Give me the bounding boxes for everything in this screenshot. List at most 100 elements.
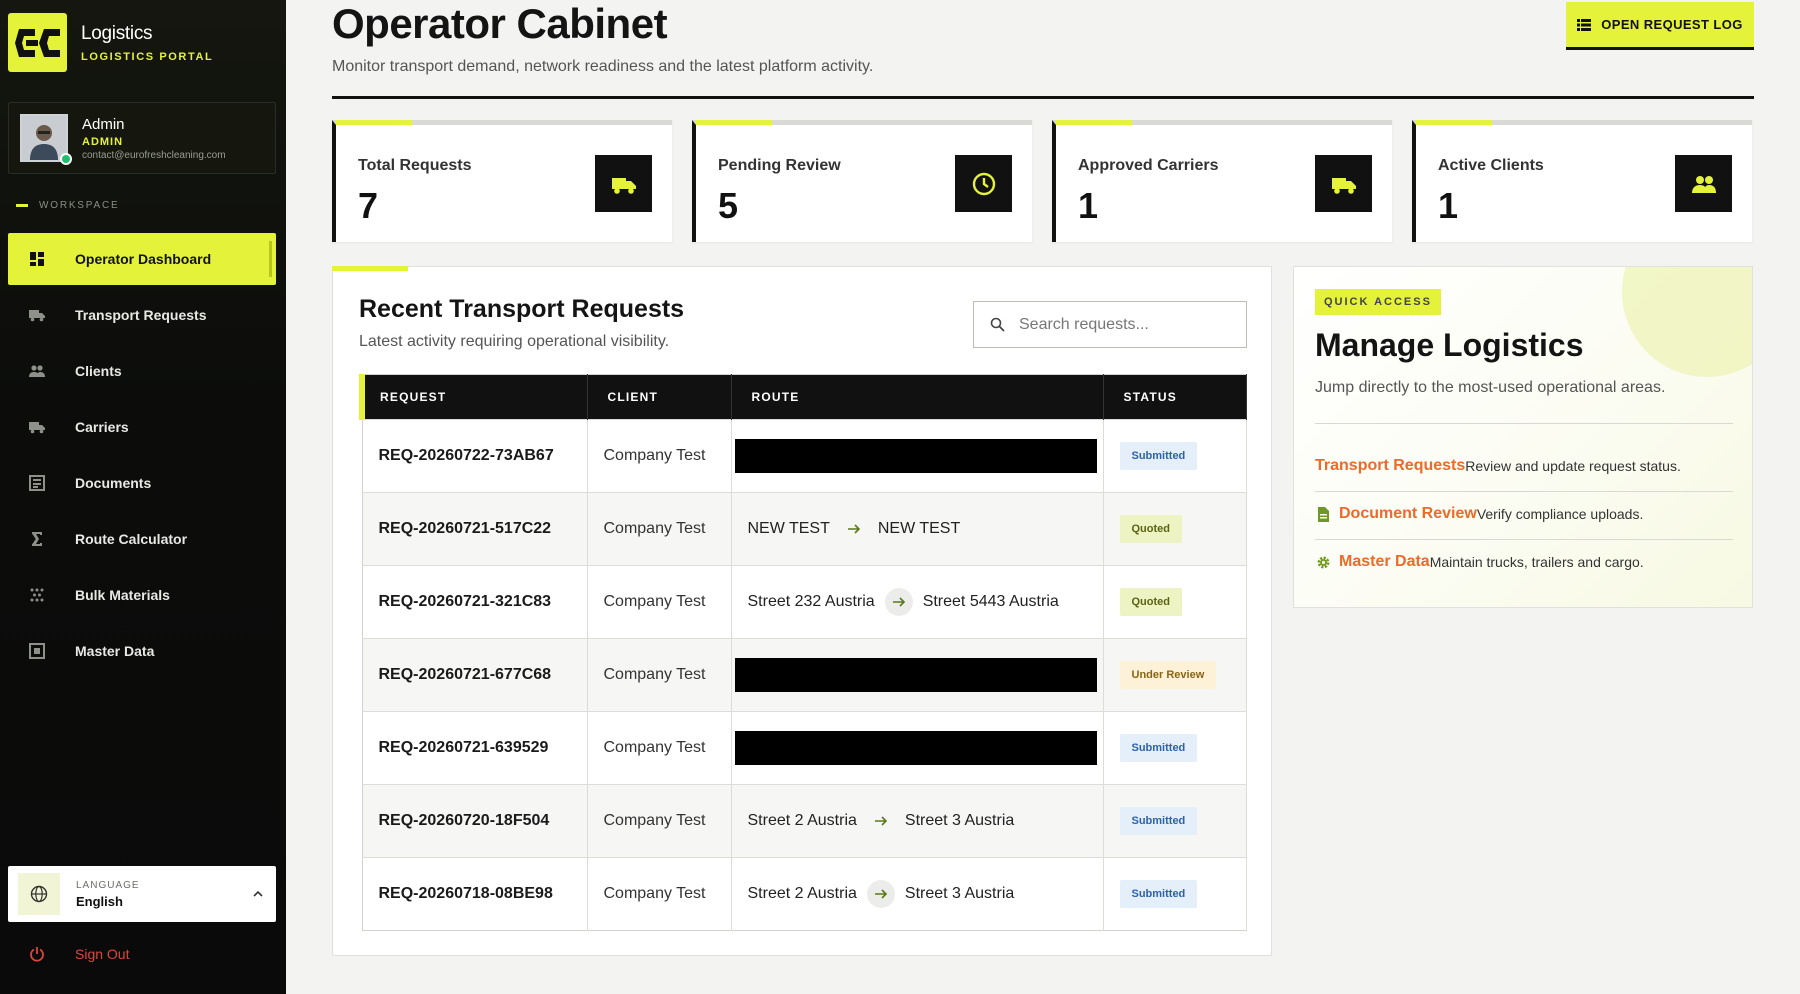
column-header-client[interactable]: CLIENT <box>587 374 732 420</box>
client-name: Company Test <box>587 857 732 931</box>
request-id[interactable]: REQ-20260721-639529 <box>362 711 588 785</box>
table-row[interactable]: REQ-20260721-517C22 Company Test NEW TES… <box>362 492 1247 566</box>
search-box[interactable] <box>973 301 1247 348</box>
redacted-block <box>734 658 1097 692</box>
arrow-right-icon <box>884 588 913 616</box>
divider <box>1315 423 1733 424</box>
stat-label: Total Requests <box>358 157 472 174</box>
sidebar-item-bulk-materials[interactable]: Bulk Materials <box>8 569 276 621</box>
client-name: Company Test <box>587 565 732 639</box>
sidebar-item-label: Bulk Materials <box>75 587 170 603</box>
arrow-right-icon <box>840 515 868 543</box>
user-role: ADMIN <box>82 135 124 148</box>
request-id[interactable]: REQ-20260721-321C83 <box>362 565 588 639</box>
divider <box>1315 539 1733 540</box>
table-row[interactable]: REQ-20260720-18F504 Company Test Street … <box>362 784 1247 858</box>
quick-access-panel: QUICK ACCESS Manage Logistics Jump direc… <box>1293 266 1753 608</box>
quick-access-subtitle: Jump directly to the most-used operation… <box>1315 379 1666 396</box>
table-row[interactable]: REQ-20260721-639529 Company Test Submitt… <box>362 711 1247 785</box>
status-badge: Quoted <box>1119 515 1182 543</box>
table-row[interactable]: REQ-20260721-321C83 Company Test Street … <box>362 565 1247 639</box>
quick-link-document-review[interactable]: Document Review Verify compliance upload… <box>1315 505 1643 523</box>
client-name: Company Test <box>587 638 732 712</box>
sidebar-item-clients[interactable]: Clients <box>8 345 276 397</box>
gear-icon <box>1315 554 1331 570</box>
sidebar-item-carriers[interactable]: Carriers <box>8 401 276 453</box>
sidebar-item-label: Route Calculator <box>75 531 188 547</box>
sidebar-item-label: Transport Requests <box>75 307 207 323</box>
sidebar-item-label: Clients <box>75 363 122 379</box>
route-from: Street 2 Austria <box>747 812 857 829</box>
people-icon <box>29 363 45 379</box>
requests-table: REQUEST CLIENT ROUTE STATUS REQ-20260722… <box>359 374 1247 931</box>
open-request-log-button[interactable]: OPEN REQUEST LOG <box>1566 2 1754 50</box>
status-badge: Submitted <box>1119 734 1198 762</box>
route-cell <box>731 419 1104 493</box>
quick-link-name[interactable]: Transport Requests <box>1315 457 1465 475</box>
quick-link-name[interactable]: Master Data <box>1339 553 1430 571</box>
request-id[interactable]: REQ-20260721-677C68 <box>362 638 588 712</box>
route-from: NEW TEST <box>747 520 830 537</box>
route-cell: Street 232 Austria Street 5443 Austria <box>731 565 1104 639</box>
brand-subtitle: LOGISTICS PORTAL <box>81 50 214 63</box>
page-subtitle: Monitor transport demand, network readin… <box>332 58 874 75</box>
language-value: English <box>76 893 123 909</box>
sidebar-item-label: Carriers <box>75 419 129 435</box>
stat-label: Active Clients <box>1438 157 1544 174</box>
sidebar: Logistics LOGISTICS PORTAL Admin ADMIN c… <box>0 0 286 994</box>
language-selector[interactable]: LANGUAGE English <box>8 866 276 922</box>
sidebar-item-transport-requests[interactable]: Transport Requests <box>8 289 276 341</box>
sidebar-nav: Operator Dashboard Transport Requests Cl… <box>8 233 276 681</box>
request-id[interactable]: REQ-20260720-18F504 <box>362 784 588 858</box>
header-divider <box>332 96 1754 99</box>
search-input[interactable] <box>1019 315 1239 334</box>
sidebar-item-documents[interactable]: Documents <box>8 457 276 509</box>
brand[interactable]: Logistics LOGISTICS PORTAL <box>8 13 213 72</box>
column-header-request[interactable]: REQUEST <box>359 374 588 420</box>
column-header-status[interactable]: STATUS <box>1103 374 1247 420</box>
status-badge: Quoted <box>1119 588 1182 616</box>
user-name: Admin <box>82 115 125 133</box>
stat-card-active-clients: Active Clients 1 <box>1412 120 1752 242</box>
avatar <box>20 114 72 165</box>
route-from: Street 232 Austria <box>747 593 875 610</box>
quick-link-desc: Maintain trucks, trailers and cargo. <box>1429 554 1644 570</box>
route-cell <box>731 711 1104 785</box>
user-card[interactable]: Admin ADMIN contact@eurofreshcleaning.co… <box>8 102 276 174</box>
online-status-icon <box>60 153 72 165</box>
dashboard-icon <box>29 251 45 267</box>
sidebar-item-route-calculator[interactable]: Route Calculator <box>8 513 276 565</box>
chevron-up-icon <box>253 890 263 897</box>
column-header-route[interactable]: ROUTE <box>731 374 1104 420</box>
stat-card-approved-carriers: Approved Carriers 1 <box>1052 120 1392 242</box>
quick-link-name[interactable]: Document Review <box>1339 505 1477 523</box>
sidebar-item-master-data[interactable]: Master Data <box>8 625 276 677</box>
request-id[interactable]: REQ-20260721-517C22 <box>362 492 588 566</box>
sign-out-button[interactable]: Sign Out <box>29 946 129 962</box>
stat-card-pending-review: Pending Review 5 <box>692 120 1032 242</box>
stat-card-total-requests: Total Requests 7 <box>332 120 672 242</box>
request-id[interactable]: REQ-20260722-73AB67 <box>362 419 588 493</box>
sidebar-item-operator-dashboard[interactable]: Operator Dashboard <box>8 233 276 285</box>
quick-access-title: Manage Logistics <box>1315 327 1584 363</box>
quick-link-desc: Review and update request status. <box>1465 458 1681 474</box>
sidebar-item-label: Operator Dashboard <box>75 251 212 267</box>
panel-title: Recent Transport Requests <box>359 295 685 323</box>
table-row[interactable]: REQ-20260718-08BE98 Company Test Street … <box>362 857 1247 931</box>
clock-icon <box>955 155 1012 212</box>
table-row[interactable]: REQ-20260722-73AB67 Company Test Submitt… <box>362 419 1247 493</box>
status-badge: Submitted <box>1119 442 1198 470</box>
truck-icon <box>29 419 45 435</box>
panel-subtitle: Latest activity requiring operational vi… <box>359 333 670 350</box>
table-row[interactable]: REQ-20260721-677C68 Company Test Under R… <box>362 638 1247 712</box>
page-title: Operator Cabinet <box>332 0 668 47</box>
request-id[interactable]: REQ-20260718-08BE98 <box>362 857 588 931</box>
route-from: Street 2 Austria <box>747 885 857 902</box>
stat-label: Pending Review <box>718 157 841 174</box>
redacted-block <box>734 439 1097 473</box>
truck-icon <box>29 307 45 323</box>
quick-link-master-data[interactable]: Master Data Maintain trucks, trailers an… <box>1315 553 1644 571</box>
stat-value: 7 <box>358 185 379 226</box>
quick-link-transport-requests[interactable]: Transport Requests Review and update req… <box>1315 457 1681 475</box>
grid-box-icon <box>29 643 45 659</box>
